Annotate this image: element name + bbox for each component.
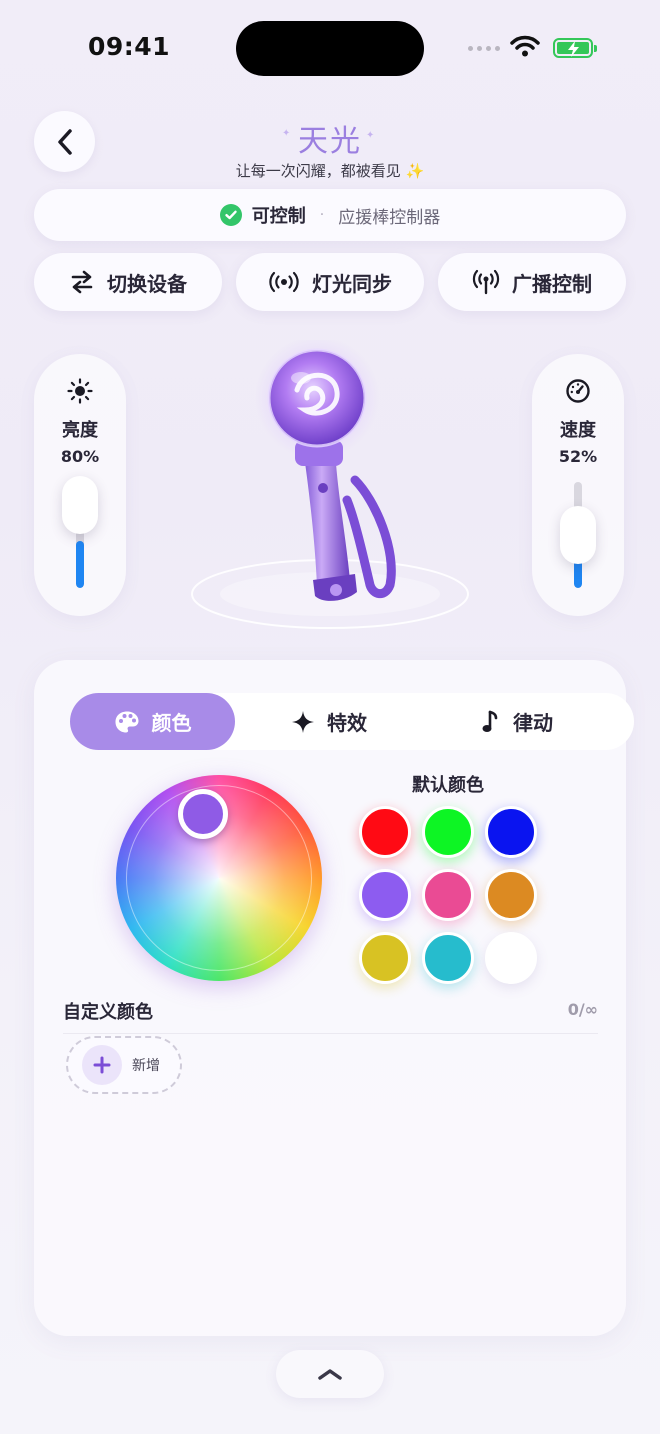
brand-logo: ✦ 天光 ✦ xyxy=(282,124,377,159)
switch-device-label: 切换设备 xyxy=(107,271,187,296)
tab-color[interactable]: 颜色 xyxy=(70,693,235,750)
chevron-up-icon xyxy=(318,1369,342,1380)
cellular-signal-icon xyxy=(468,46,500,51)
speed-label: 速度 xyxy=(560,420,596,441)
sparkle-icon xyxy=(292,710,314,733)
tab-rhythm-label: 律动 xyxy=(513,711,553,735)
preset-color-swatch[interactable] xyxy=(422,806,474,858)
preset-colors-title: 默认颜色 xyxy=(412,775,484,796)
battery-charging-icon xyxy=(553,38,597,58)
light-sync-button[interactable]: 灯光同步 xyxy=(236,253,424,311)
broadcast-control-button[interactable]: 广播控制 xyxy=(438,253,626,311)
tab-color-label: 颜色 xyxy=(151,711,192,735)
custom-colors-count: 0/∞ xyxy=(567,1000,598,1019)
broadcast-waves-icon xyxy=(269,271,299,293)
speed-knob[interactable] xyxy=(560,505,596,564)
color-wheel-thumb[interactable] xyxy=(178,789,228,839)
swap-icon xyxy=(71,270,93,294)
music-note-icon xyxy=(482,710,498,732)
dynamic-island xyxy=(236,21,424,76)
sparkles-emoji: ✨ xyxy=(405,162,425,180)
brightness-slider[interactable]: 亮度 80% xyxy=(34,354,126,616)
action-bar: 切换设备 灯光同步 广播控制 xyxy=(34,253,626,311)
speed-slider[interactable]: 速度 52% xyxy=(532,354,624,616)
speedometer-icon xyxy=(566,379,590,403)
status-description: 应援棒控制器 xyxy=(338,207,441,228)
preset-color-swatch[interactable] xyxy=(422,869,474,921)
switch-device-button[interactable]: 切换设备 xyxy=(34,253,222,311)
plus-icon xyxy=(82,1045,122,1085)
status-state: 可控制 xyxy=(251,206,306,227)
palette-icon xyxy=(115,711,138,732)
brand-title: 天光 xyxy=(298,124,362,159)
preset-color-swatch[interactable] xyxy=(485,932,537,984)
light-sync-label: 灯光同步 xyxy=(312,271,392,296)
brightness-value: 80% xyxy=(60,447,100,466)
brightness-knob[interactable] xyxy=(62,476,98,535)
preset-color-swatch[interactable] xyxy=(359,932,411,984)
check-circle-icon xyxy=(219,204,242,226)
broadcast-control-label: 广播控制 xyxy=(512,271,592,296)
add-custom-color-label: 新增 xyxy=(132,1058,160,1074)
preset-color-swatch[interactable] xyxy=(485,806,537,858)
preset-color-swatch[interactable] xyxy=(359,869,411,921)
brightness-label: 亮度 xyxy=(62,420,98,441)
expand-button[interactable] xyxy=(276,1350,384,1398)
divider xyxy=(63,1033,598,1034)
preset-color-swatch[interactable] xyxy=(485,869,537,921)
tagline-text: 让每一次闪耀，都被看见 xyxy=(235,162,401,180)
mode-tabs: 颜色 特效 律动 xyxy=(70,693,634,750)
tab-rhythm[interactable]: 律动 xyxy=(423,693,611,750)
wifi-icon xyxy=(510,35,540,57)
sun-icon xyxy=(67,378,93,404)
add-custom-color-button[interactable]: 新增 xyxy=(66,1036,182,1094)
status-separator: · xyxy=(319,207,325,223)
tab-effects[interactable]: 特效 xyxy=(235,693,423,750)
preset-color-swatch[interactable] xyxy=(422,932,474,984)
tab-effects-label: 特效 xyxy=(327,711,367,735)
antenna-icon xyxy=(472,269,500,295)
tagline: 让每一次闪耀，都被看见 ✨ xyxy=(0,160,660,181)
brightness-fill xyxy=(76,541,84,588)
preset-color-swatch[interactable] xyxy=(359,806,411,858)
status-time: 09:41 xyxy=(88,32,171,61)
lightstick-image xyxy=(185,336,475,640)
speed-value: 52% xyxy=(558,447,598,466)
custom-colors-title: 自定义颜色 xyxy=(63,1002,153,1023)
device-status-card: 可控制 · 应援棒控制器 xyxy=(34,189,626,241)
